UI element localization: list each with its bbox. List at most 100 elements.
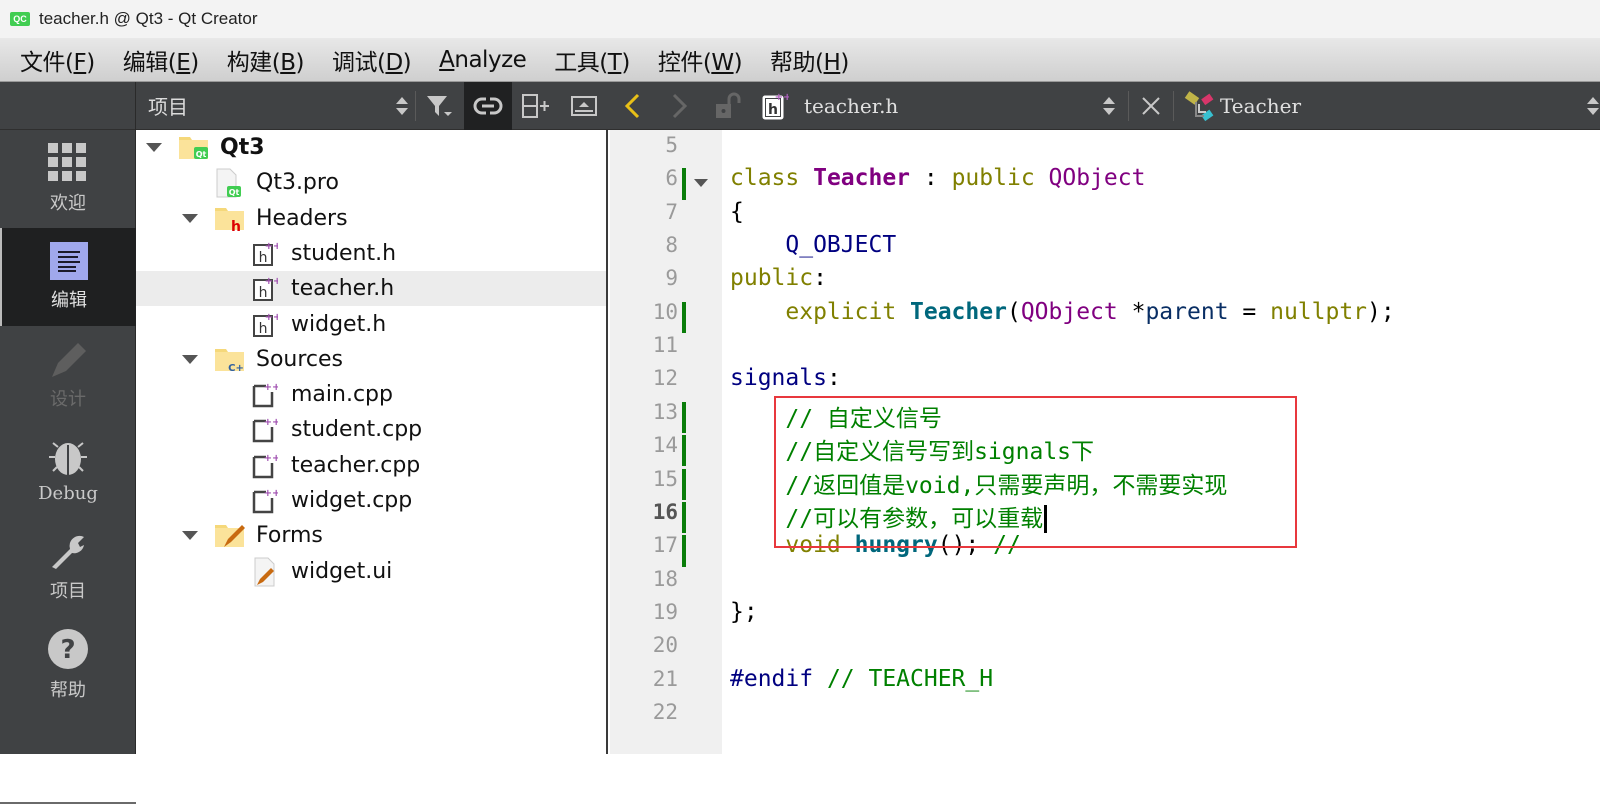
expand-arrow-icon[interactable] <box>182 531 198 541</box>
code-token: : <box>813 265 827 292</box>
mode-welcome[interactable]: 欢迎 <box>0 130 136 228</box>
lock-status[interactable] <box>704 82 752 130</box>
cpp-header-icon: h ++ <box>762 92 789 119</box>
close-document-button[interactable] <box>1129 82 1173 130</box>
line-number: 6 <box>665 166 678 191</box>
combo-arrows-icon <box>396 96 409 115</box>
line-number: 20 <box>652 633 678 658</box>
tree-item[interactable]: ++ teacher.cpp <box>136 448 606 483</box>
tree-item-label: student.h <box>291 240 397 266</box>
menu-1[interactable]: 编辑(E) <box>123 43 200 77</box>
view-selector-combo[interactable]: 项目 <box>136 82 415 130</box>
tree-item[interactable]: C+ Sources <box>136 342 606 377</box>
open-documents-combo[interactable]: teacher.h <box>798 82 1128 130</box>
code-token: { <box>730 198 744 225</box>
mode-label: 设计 <box>50 389 86 410</box>
tree-item[interactable]: h Headers <box>136 201 606 236</box>
sync-link-button[interactable] <box>464 81 513 130</box>
mode-projects[interactable]: 项目 <box>0 518 136 616</box>
unlock-icon <box>716 92 741 118</box>
menu-3[interactable]: 调试(D) <box>332 43 412 77</box>
code-line[interactable]: class Teacher : public QObject <box>730 165 1145 191</box>
code-token: // TEACHER_H <box>826 665 994 692</box>
mode-help[interactable]: ? 帮助 <box>0 616 136 714</box>
close-pane-button[interactable] <box>560 82 608 130</box>
forward-button[interactable] <box>656 82 704 130</box>
mode-sidebar: 欢迎 编辑 设计 Debug 项目 ? 帮助 <box>0 82 136 804</box>
code-token: #endif <box>730 665 827 692</box>
mode-debug[interactable]: Debug <box>0 420 136 518</box>
svg-text:Qt: Qt <box>229 188 240 197</box>
tree-item[interactable]: h ++ student.h <box>136 236 606 271</box>
code-token: Teacher <box>813 165 911 192</box>
tree-item[interactable]: ++ main.cpp <box>136 377 606 412</box>
line-number: 11 <box>652 333 678 358</box>
svg-text:h: h <box>259 285 268 301</box>
edit-document-icon <box>50 242 88 280</box>
tree-item[interactable]: Qt Qt3 <box>136 130 606 165</box>
svg-text:++: ++ <box>264 488 278 499</box>
svg-text:++: ++ <box>264 453 278 464</box>
tree-item[interactable]: h ++ teacher.h <box>136 271 606 307</box>
filter-button[interactable] <box>416 82 464 130</box>
line-number: 16 <box>652 499 678 524</box>
line-number: 18 <box>652 566 678 591</box>
expand-arrow-icon[interactable] <box>182 213 198 223</box>
change-marker <box>682 501 686 534</box>
menu-0[interactable]: 文件(F) <box>20 43 95 77</box>
code-line[interactable]: signals: <box>730 365 841 391</box>
change-marker <box>682 401 686 434</box>
code-line[interactable]: { <box>730 199 744 225</box>
mode-design[interactable]: 设计 <box>0 326 136 424</box>
line-number: 12 <box>652 366 678 391</box>
split-button[interactable] <box>512 82 560 130</box>
svg-text:++: ++ <box>265 276 278 287</box>
editor-toolbar: h ++ teacher.h Teacher <box>608 82 1600 130</box>
menu-7[interactable]: 帮助(H) <box>770 43 849 77</box>
code-token: Q_OBJECT <box>785 232 897 259</box>
menu-5[interactable]: 工具(T) <box>554 43 630 77</box>
line-number: 17 <box>652 533 678 558</box>
expand-arrow-icon[interactable] <box>182 354 198 364</box>
line-number: 5 <box>665 133 678 157</box>
tree-item[interactable]: widget.ui <box>136 554 606 589</box>
headers-folder-icon: h <box>214 204 246 238</box>
svg-text:h: h <box>768 102 778 118</box>
tree-item[interactable]: Forms <box>136 518 606 553</box>
design-pencil-icon <box>52 343 86 377</box>
close-icon <box>1142 96 1160 115</box>
code-line[interactable]: Q_OBJECT <box>730 232 896 258</box>
line-number: 15 <box>652 466 678 491</box>
code-token: * <box>1117 298 1146 325</box>
tree-item-label: widget.ui <box>291 558 393 584</box>
menu-4[interactable]: Analyze <box>439 47 527 73</box>
line-number: 21 <box>652 666 678 691</box>
current-file-label: teacher.h <box>804 93 899 118</box>
code-line[interactable]: #endif // TEACHER_H <box>730 666 993 692</box>
menu-2[interactable]: 构建(B) <box>227 43 305 77</box>
back-button[interactable] <box>608 82 656 130</box>
welcome-grid-icon <box>48 143 86 181</box>
tree-item-label: widget.h <box>291 311 387 337</box>
tree-item[interactable]: h ++ widget.h <box>136 307 606 342</box>
code-line[interactable]: public: <box>730 265 827 291</box>
tree-item[interactable]: ++ student.cpp <box>136 412 606 447</box>
code-line[interactable]: explicit Teacher(QObject *parent = nullp… <box>730 298 1394 325</box>
expand-arrow-icon[interactable] <box>146 143 162 152</box>
change-marker <box>682 301 686 334</box>
tree-item[interactable]: Qt Qt3.pro <box>136 165 606 200</box>
tree-item[interactable]: ++ widget.cpp <box>136 483 606 518</box>
svg-text:h: h <box>259 250 268 266</box>
svg-text:++: ++ <box>265 241 278 252</box>
symbol-combo[interactable]: Teacher <box>1174 82 1600 130</box>
cpp-header-icon: h ++ <box>252 310 281 344</box>
sources-folder-icon: C+ <box>214 345 246 379</box>
close-pane-icon <box>571 95 598 116</box>
menu-6[interactable]: 控件(W) <box>658 43 743 77</box>
line-number: 9 <box>665 266 678 291</box>
code-token: QObject <box>1020 298 1118 325</box>
tree-item-label: main.cpp <box>291 382 393 408</box>
mode-edit[interactable]: 编辑 <box>0 228 136 326</box>
code-line[interactable]: }; <box>730 599 758 625</box>
fold-arrow-icon[interactable] <box>694 179 708 188</box>
